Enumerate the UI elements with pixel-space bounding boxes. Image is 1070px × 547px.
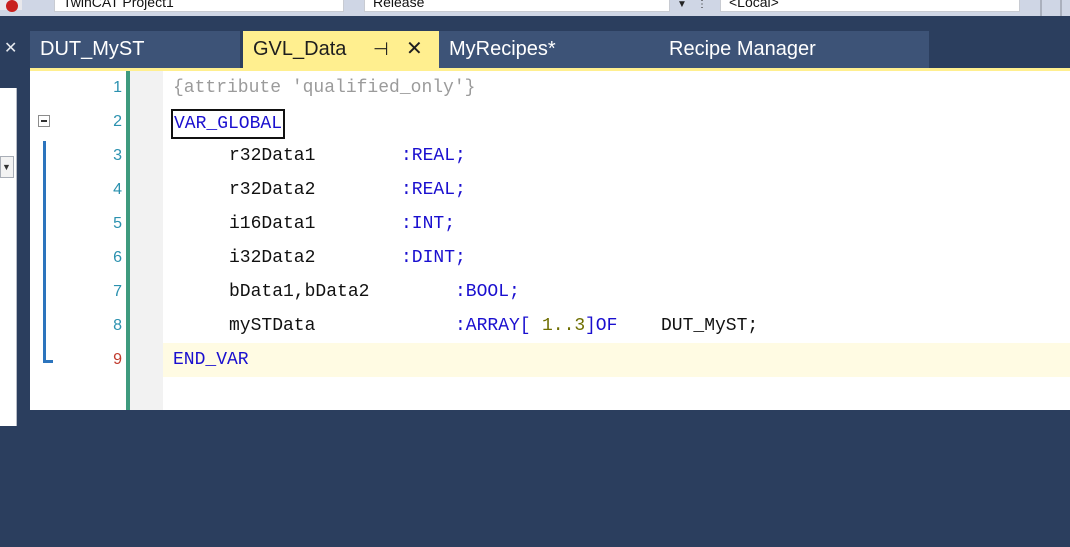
tab-myrecipes[interactable]: MyRecipes* (439, 31, 657, 68)
solution-explorer-combo[interactable]: ▼ (0, 156, 14, 178)
line-number: 8 (113, 317, 122, 334)
document-tab-strip: DUT_MyST GVL_Data ⊣ ✕ MyRecipes* Recipe … (30, 31, 1070, 68)
line-number: 7 (113, 283, 122, 300)
line-number: 4 (113, 181, 122, 198)
variable-name: bData1,bData2 (229, 282, 370, 302)
line-number-current: 9 (113, 351, 122, 368)
line-number: 5 (113, 215, 122, 232)
code-editor[interactable]: 1 2 3 4 5 6 7 8 9 {attribute 'qualified_… (30, 71, 1070, 410)
fold-region-line (43, 141, 46, 363)
variable-name: i32Data2 (229, 248, 316, 268)
project-combo[interactable]: TwinCAT Project1 (54, 0, 344, 12)
code-line[interactable]: VAR_GLOBAL (163, 105, 1070, 139)
tab-recipe-manager[interactable]: Recipe Manager (657, 31, 929, 68)
variable-type: :BOOL; (455, 282, 520, 302)
variable-type: :REAL; (401, 180, 466, 200)
solution-explorer-panel (0, 88, 17, 426)
tab-label: GVL_Data (253, 38, 347, 60)
toolbar: TwinCAT Project1 Release ▼ ⋮ <Local> (0, 0, 1070, 16)
tab-label: Recipe Manager (669, 38, 816, 60)
variable-type: :INT; (401, 214, 456, 234)
line-number: 3 (113, 147, 122, 164)
target-combo[interactable]: <Local> (720, 0, 1020, 12)
code-line[interactable]: i16Data1 :INT; (163, 207, 1070, 241)
stop-icon[interactable] (0, 0, 22, 12)
editor-gutter: 1 2 3 4 5 6 7 8 9 (30, 71, 126, 410)
variable-name: r32Data2 (229, 180, 316, 200)
line-number: 1 (113, 79, 122, 96)
code-line[interactable]: bData1,bData2 :BOOL; (163, 275, 1070, 309)
attribute-pragma: {attribute 'qualified_only'} (173, 78, 476, 98)
keyword-var-global: VAR_GLOBAL (171, 109, 286, 139)
variable-type: :REAL; (401, 146, 466, 166)
tab-label: DUT_MyST (40, 38, 145, 60)
tab-label: MyRecipes* (449, 38, 556, 60)
chevron-down-icon: ▼ (2, 162, 11, 172)
solution-explorer-edge: ✕ ▼ (0, 16, 30, 426)
editor-margin (130, 71, 163, 410)
variable-name: mySTData (229, 316, 316, 336)
collapse-icon[interactable] (38, 115, 50, 127)
line-number: 6 (113, 249, 122, 266)
type-reference: DUT_MyST; (661, 316, 759, 336)
variable-name: r32Data1 (229, 146, 316, 166)
code-line-current[interactable]: END_VAR (163, 343, 1070, 377)
code-line[interactable]: {attribute 'qualified_only'} (163, 71, 1070, 105)
variable-type: :ARRAY[ (455, 316, 531, 336)
configuration-combo[interactable]: Release (364, 0, 670, 12)
close-icon[interactable]: ✕ (4, 38, 17, 58)
variable-name: i16Data1 (229, 214, 316, 234)
toolbar-separator (1060, 0, 1062, 16)
fold-region-end (43, 360, 53, 363)
pin-icon[interactable]: ⊣ (373, 31, 389, 68)
code-line[interactable]: r32Data2 :REAL; (163, 173, 1070, 207)
toolbar-separator (1040, 0, 1042, 16)
code-line[interactable]: i32Data2 :DINT; (163, 241, 1070, 275)
code-line[interactable]: mySTData :ARRAY[ 1..3 ]OF DUT_MyST; (163, 309, 1070, 343)
keyword-of: ]OF (585, 316, 618, 336)
keyword-end-var: END_VAR (173, 350, 249, 370)
array-range: 1..3 (542, 316, 586, 336)
dropdown-arrow-icon[interactable]: ▼ (677, 0, 691, 14)
more-icon[interactable]: ⋮ (697, 0, 711, 14)
tab-dut-myst[interactable]: DUT_MyST (30, 31, 240, 68)
tab-gvl-data[interactable]: GVL_Data ⊣ ✕ (243, 31, 439, 68)
line-number: 2 (113, 113, 122, 130)
variable-type: :DINT; (401, 248, 466, 268)
code-line[interactable]: r32Data1 :REAL; (163, 139, 1070, 173)
close-icon[interactable]: ✕ (406, 31, 423, 68)
